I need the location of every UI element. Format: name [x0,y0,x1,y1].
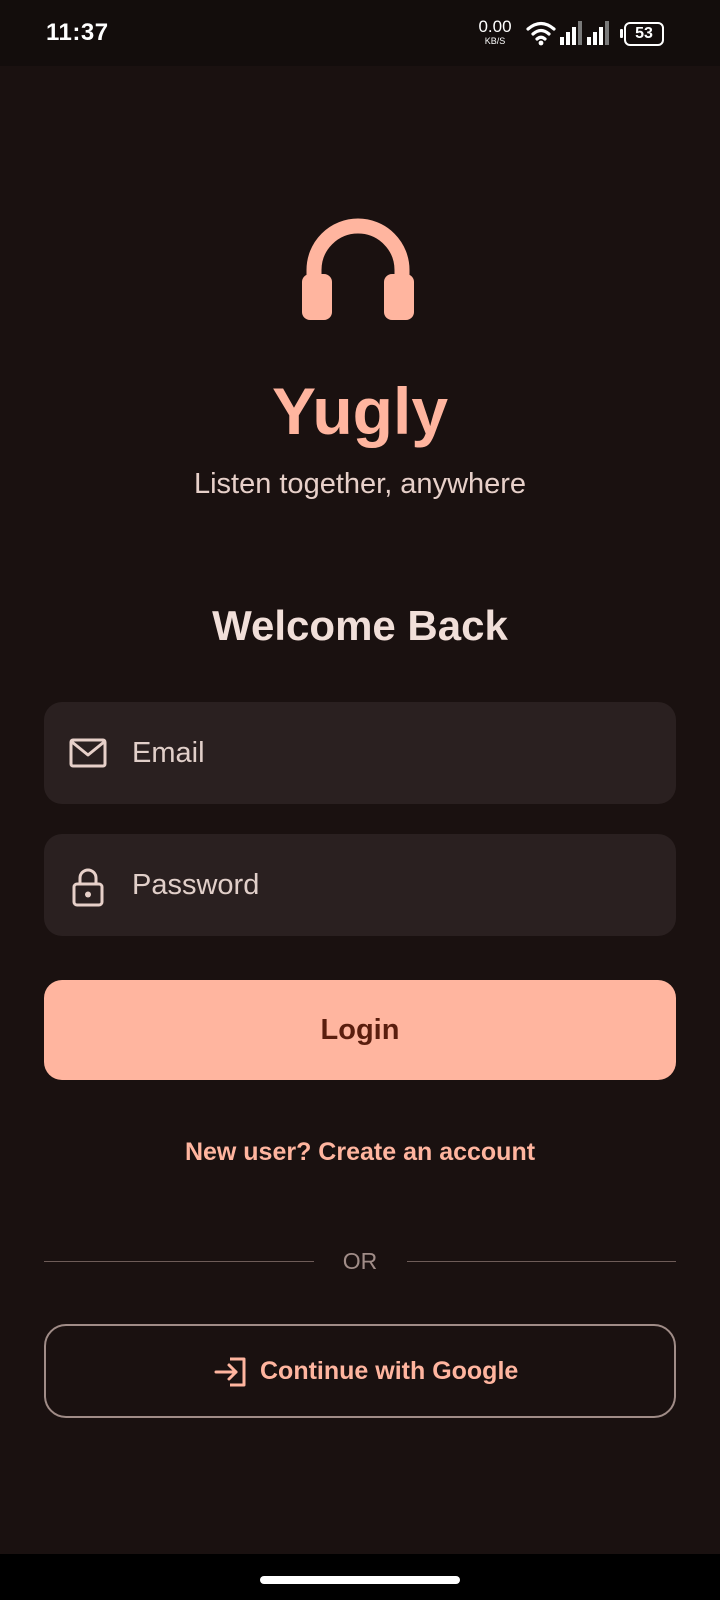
home-gesture-handle[interactable] [260,1576,460,1584]
app-name: Yugly [271,374,449,448]
app-tagline: Listen together, anywhere [193,468,527,500]
navigation-bar [0,1554,720,1600]
login-button[interactable]: Login [44,980,676,1080]
page-title: Welcome Back [212,602,508,649]
network-speed: 0.00 KB/S [474,18,516,46]
divider-right [407,1261,676,1262]
network-speed-unit: KB/S [484,36,506,46]
login-screen: 11:37 0.00 KB/S 53 Yugly Listen together… [0,0,720,1600]
wifi-icon [526,20,556,51]
battery-level: 53 [624,22,664,46]
status-time: 11:37 [46,19,109,46]
headphones-icon [302,212,414,329]
login-arrow-icon [214,1357,248,1392]
password-field[interactable] [44,834,676,936]
signal-strength-icon [586,20,610,51]
battery-icon: 53 [620,22,664,46]
network-speed-value: 0.00 [478,17,512,36]
google-signin-button[interactable]: Continue with Google [44,1324,676,1418]
email-field[interactable] [44,702,676,804]
lock-icon [68,867,108,912]
signal-strength-icon [559,20,583,51]
email-input[interactable] [132,702,652,804]
status-bar: 11:37 0.00 KB/S 53 [0,0,720,66]
divider-or-label: OR [342,1248,378,1274]
mail-icon [68,735,108,776]
divider-left [44,1261,314,1262]
google-signin-label: Continue with Google [260,1357,519,1385]
password-input[interactable] [132,834,652,936]
battery-nub [620,29,623,38]
create-account-link[interactable]: New user? Create an account [0,1138,720,1167]
